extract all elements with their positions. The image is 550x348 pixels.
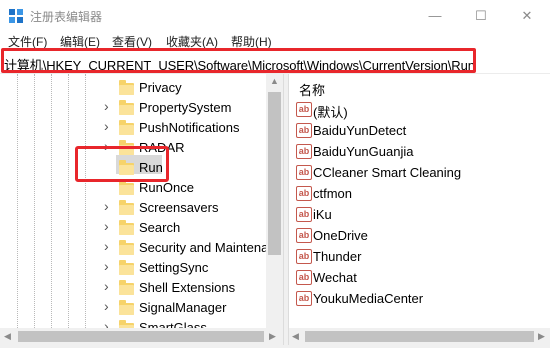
address-highlight-box [1, 48, 476, 73]
tree-item-label: Shell Extensions [139, 280, 236, 295]
expand-arrow-icon[interactable]: › [104, 218, 109, 234]
value-name: ctfmon [313, 186, 353, 201]
string-value-icon: ab [296, 123, 312, 138]
scroll-left-arrow-icon[interactable]: ◀ [292, 331, 299, 342]
run-key-highlight-box [75, 146, 169, 182]
folder-icon [119, 260, 134, 275]
expand-arrow-icon[interactable]: › [104, 278, 109, 294]
folder-icon [119, 200, 134, 215]
value-name: BaiduYunGuanjia [313, 144, 414, 159]
folder-icon [119, 240, 134, 255]
string-value-icon: ab [296, 207, 312, 222]
string-value-icon: ab [296, 270, 312, 285]
maximize-button[interactable]: ☐ [458, 0, 504, 31]
minimize-button[interactable]: — [412, 0, 458, 31]
window-title: 注册表编辑器 [30, 10, 103, 24]
folder-icon [119, 120, 134, 135]
value-name: OneDrive [313, 228, 368, 243]
string-value-icon: ab [296, 249, 312, 264]
column-header-name[interactable]: 名称 [299, 80, 325, 99]
tree-item[interactable]: › Search [0, 218, 270, 238]
folder-icon [119, 300, 134, 315]
value-name: iKu [313, 207, 332, 222]
tree-item-label: PushNotifications [139, 120, 240, 135]
value-name: (默认) [313, 105, 348, 120]
folder-icon [119, 100, 134, 115]
tree-item[interactable]: › PushNotifications [0, 118, 270, 138]
folder-icon [119, 220, 134, 235]
expand-arrow-icon[interactable]: › [104, 198, 109, 214]
value-name: YoukuMediaCenter [313, 291, 424, 306]
value-name: Wechat [313, 270, 357, 285]
close-button[interactable]: ✕ [504, 0, 550, 31]
tree-item[interactable]: › SettingSync [0, 258, 270, 278]
scroll-left-arrow-icon[interactable]: ◀ [4, 331, 11, 342]
regedit-app-icon [9, 9, 23, 23]
expand-arrow-icon[interactable]: › [104, 118, 109, 134]
value-name: CCleaner Smart Cleaning [313, 165, 462, 180]
tree-item[interactable]: › Security and Maintena [0, 238, 270, 258]
values-hscroll-thumb[interactable] [305, 331, 534, 342]
tree-item[interactable]: › SignalManager [0, 298, 270, 318]
tree-scroll-thumb[interactable] [268, 92, 281, 255]
expand-arrow-icon[interactable]: › [104, 98, 109, 114]
expand-arrow-icon[interactable]: › [104, 258, 109, 274]
string-value-icon: ab [296, 228, 312, 243]
tree-item-label: SettingSync [139, 260, 209, 275]
scroll-right-arrow-icon[interactable]: ▶ [538, 331, 545, 342]
tree-item-label: Security and Maintena [139, 240, 269, 255]
tree-item-label: RunOnce [139, 180, 194, 195]
scroll-right-arrow-icon[interactable]: ▶ [269, 331, 276, 342]
value-name: Thunder [313, 249, 362, 264]
expand-arrow-icon[interactable]: › [104, 298, 109, 314]
string-value-icon: ab [296, 291, 312, 306]
tree-item-label: Search [139, 220, 181, 235]
pane-splitter[interactable] [283, 74, 289, 348]
maximize-icon: ☐ [475, 7, 487, 23]
string-value-icon: ab [296, 102, 312, 117]
close-icon: ✕ [521, 7, 533, 23]
value-name: BaiduYunDetect [313, 123, 407, 138]
tree-item-label: Privacy [139, 80, 182, 95]
expand-arrow-icon[interactable]: › [104, 238, 109, 254]
tree-item[interactable]: › Shell Extensions [0, 278, 270, 298]
string-value-icon: ab [296, 165, 312, 180]
folder-icon [119, 180, 134, 195]
string-value-icon: ab [296, 186, 312, 201]
tree-hscroll-thumb[interactable] [18, 331, 264, 342]
folder-icon [119, 80, 134, 95]
tree-item-label: SignalManager [139, 300, 227, 315]
tree-item-label: Screensavers [139, 200, 219, 215]
tree-item-label: PropertySystem [139, 100, 232, 115]
folder-icon [119, 280, 134, 295]
string-value-icon: ab [296, 144, 312, 159]
tree-item[interactable]: Privacy [0, 78, 270, 98]
scroll-up-arrow-icon[interactable]: ▲ [270, 76, 279, 86]
minimize-icon: — [428, 8, 442, 23]
tree-item[interactable]: › PropertySystem [0, 98, 270, 118]
tree-item[interactable]: › Screensavers [0, 198, 270, 218]
